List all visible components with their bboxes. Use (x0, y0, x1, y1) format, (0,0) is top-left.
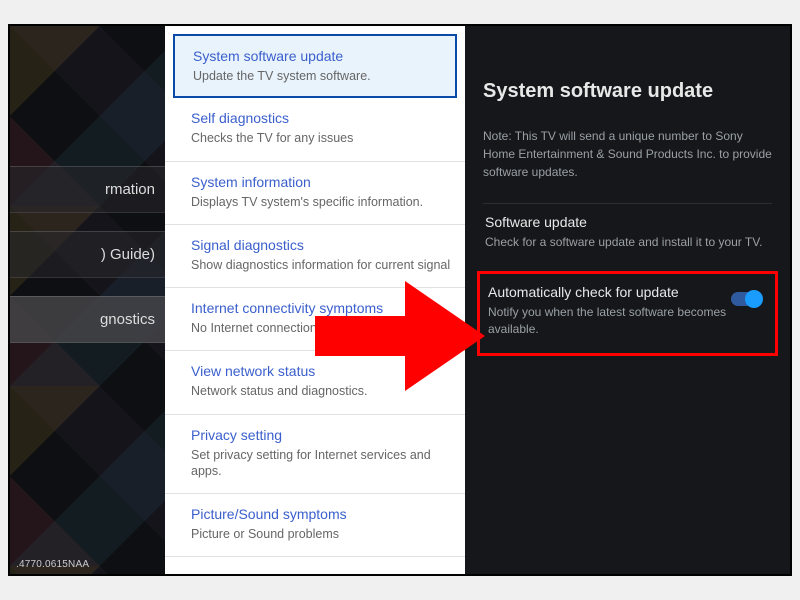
settings-item-desc: Displays TV system's specific informatio… (191, 194, 451, 210)
settings-item-internet-connectivity[interactable]: Internet connectivity symptoms No Intern… (165, 288, 465, 351)
detail-panel: System software update Note: This TV wil… (465, 26, 790, 574)
option-title: Automatically check for update (488, 284, 767, 300)
option-auto-check-update[interactable]: Automatically check for update Notify yo… (477, 271, 778, 357)
settings-item-signal-diagnostics[interactable]: Signal diagnostics Show diagnostics info… (165, 225, 465, 288)
settings-item-self-diagnostics[interactable]: Self diagnostics Checks the TV for any i… (165, 98, 465, 161)
settings-item-desc: Checks the TV for any issues (191, 130, 451, 146)
settings-item-desc: Picture or Sound problems (191, 526, 451, 542)
settings-item-title: Self diagnostics (191, 110, 451, 126)
settings-list: System software update Update the TV sys… (165, 26, 465, 574)
firmware-version: .4770.0615NAA (16, 559, 89, 570)
app-window: rmation ) Guide) gnostics .4770.0615NAA … (8, 24, 792, 576)
toggle-switch-on[interactable] (731, 292, 761, 306)
settings-item-desc: Network status and diagnostics. (191, 383, 451, 399)
sidebar-item[interactable]: gnostics (10, 296, 165, 343)
option-title: Software update (485, 214, 770, 230)
option-desc: Check for a software update and install … (485, 234, 770, 251)
settings-item-title: Signal diagnostics (191, 237, 451, 253)
settings-item-system-software-update[interactable]: System software update Update the TV sys… (173, 34, 457, 98)
settings-item-desc: Update the TV system software. (193, 68, 443, 84)
settings-item-title: Picture/Sound symptoms (191, 506, 451, 522)
option-desc: Notify you when the latest software beco… (488, 304, 767, 338)
settings-item-title: Internet connectivity symptoms (191, 300, 451, 316)
settings-item-desc: Show diagnostics information for current… (191, 257, 451, 273)
settings-item-system-information[interactable]: System information Displays TV system's … (165, 162, 465, 225)
settings-item-title: System software update (193, 48, 443, 64)
detail-heading: System software update (483, 80, 772, 103)
settings-item-desc: No Internet connection (191, 320, 451, 336)
settings-item-title: View network status (191, 363, 451, 379)
option-software-update[interactable]: Software update Check for a software upd… (483, 203, 772, 265)
settings-item-privacy-setting[interactable]: Privacy setting Set privacy setting for … (165, 415, 465, 495)
settings-item-title: System information (191, 174, 451, 190)
settings-item-view-network-status[interactable]: View network status Network status and d… (165, 351, 465, 414)
sidebar-item[interactable]: ) Guide) (10, 231, 165, 278)
settings-item-picture-sound[interactable]: Picture/Sound symptoms Picture or Sound … (165, 494, 465, 557)
detail-note: Note: This TV will send a unique number … (483, 127, 772, 181)
settings-item-desc: Set privacy setting for Internet service… (191, 447, 451, 480)
left-sidebar: rmation ) Guide) gnostics .4770.0615NAA (10, 26, 165, 574)
sidebar-item[interactable]: rmation (10, 166, 165, 213)
settings-item-title: Privacy setting (191, 427, 451, 443)
